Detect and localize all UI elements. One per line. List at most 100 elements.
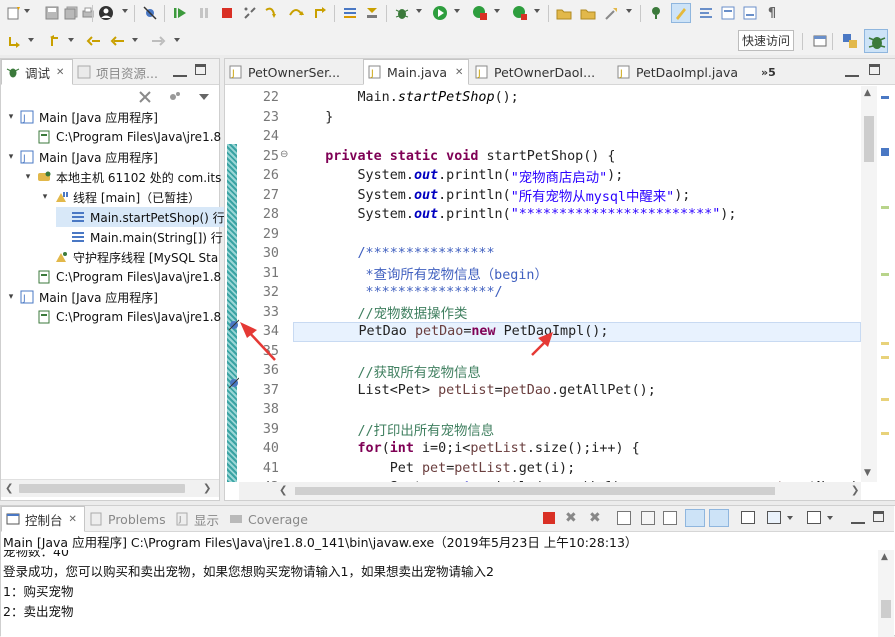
step-into-icon[interactable] (264, 5, 280, 21)
code-line[interactable]: *查询所有宠物信息（begin） (293, 264, 861, 283)
code-line[interactable] (293, 225, 861, 245)
code-editor[interactable]: 22 Main. startPetShop (); 23 } 24 25 ⊖ private… (239, 86, 861, 482)
disconnect-icon[interactable] (242, 5, 258, 21)
resume-icon[interactable] (172, 5, 188, 21)
code-line[interactable]: Pet pet = petList .get(i); (293, 459, 861, 479)
tab-display[interactable]: J 显示 (175, 506, 225, 532)
open-folder-icon[interactable] (580, 5, 596, 21)
vscroll-thumb[interactable] (881, 600, 891, 618)
code-line[interactable]: Main. startPetShop (); (293, 88, 861, 108)
coverage-dropdown-icon[interactable] (494, 9, 500, 13)
terminate-icon[interactable] (543, 512, 555, 524)
save-icon[interactable] (44, 5, 60, 21)
forward-dropdown-icon[interactable] (174, 38, 180, 42)
code-line[interactable] (293, 127, 861, 147)
expand-twisty-icon[interactable]: ▾ (5, 112, 17, 122)
pilcrow-icon[interactable]: ¶ (764, 5, 780, 21)
expand-twisty-icon[interactable]: ▾ (22, 172, 34, 182)
fold-toggle-icon[interactable]: ⊖ (280, 149, 288, 160)
tab-coverage[interactable]: Coverage (229, 506, 309, 532)
scroll-left-icon[interactable]: ❮ (5, 483, 13, 494)
code-line[interactable]: System. out .println("********************… (293, 205, 861, 225)
next-annotation-icon[interactable] (6, 33, 22, 49)
word-wrap-icon[interactable] (698, 5, 714, 21)
quick-access-field[interactable]: 快速访问 (738, 30, 794, 51)
debug-view-settings-icon[interactable] (167, 89, 183, 105)
tab-petownerservice[interactable]: J PetOwnerSer... (229, 59, 361, 85)
perspective-dropdown-icon[interactable] (122, 9, 128, 13)
tab-console[interactable]: 控制台 ✕ (1, 506, 85, 532)
scroll-down-icon[interactable]: ▼ (864, 468, 871, 478)
debug-dropdown-icon[interactable] (416, 9, 422, 13)
display-selected-console-icon[interactable] (767, 511, 781, 524)
expand-twisty-icon[interactable]: ▾ (5, 152, 17, 162)
debug-tree-hscrollbar[interactable]: ❮ ❯ (1, 479, 219, 497)
suspend-icon[interactable] (196, 5, 212, 21)
external-tools-dropdown-icon[interactable] (534, 9, 540, 13)
remove-launch-icon[interactable]: ✖ (565, 510, 577, 526)
expand-twisty-icon[interactable]: ▾ (5, 292, 17, 302)
step-over-icon[interactable] (288, 5, 304, 21)
external-tools-icon[interactable] (512, 5, 528, 21)
code-line[interactable]: //打印出所有宠物信息 (293, 420, 861, 439)
tree-item[interactable]: Main.main(String[]) 行 (56, 227, 223, 247)
annotation-icon[interactable] (648, 5, 664, 21)
tab-problems[interactable]: Problems (89, 506, 169, 532)
pin-console-icon[interactable] (741, 511, 755, 524)
remove-all-terminated-icon[interactable]: ✖ (589, 510, 601, 526)
vscroll-thumb[interactable] (864, 116, 874, 162)
display-console-dropdown-icon[interactable] (787, 516, 793, 520)
code-line[interactable]: List<Pet> petList = petDao .getAllPet(); (293, 381, 861, 401)
tree-item[interactable]: C:\Program Files\Java\jre1.8 (22, 307, 221, 327)
tree-item[interactable]: ▾ 线程 [main]（已暂挂） (39, 187, 200, 207)
maximize-icon[interactable] (873, 511, 884, 522)
show-console-on-error-icon[interactable] (709, 509, 729, 527)
scroll-up-icon[interactable]: ▲ (881, 552, 888, 562)
maximize-icon[interactable] (195, 64, 206, 75)
print-icon[interactable] (80, 5, 96, 21)
run-dropdown-icon[interactable] (454, 9, 460, 13)
tab-petownerdaoimpl[interactable]: J PetOwnerDaoI... (475, 59, 605, 85)
open-type-icon[interactable] (556, 5, 572, 21)
previous-annotation-dropdown-icon[interactable] (68, 38, 74, 42)
new-icon[interactable] (6, 5, 22, 21)
scroll-up-icon[interactable]: ▲ (864, 88, 871, 98)
run-icon[interactable] (432, 5, 448, 21)
editor-vscrollbar[interactable]: ▲ ▼ (861, 86, 877, 482)
tab-debug[interactable]: 调试 ✕ (1, 59, 73, 85)
back-icon[interactable] (110, 33, 126, 49)
coverage-icon[interactable] (472, 5, 488, 21)
tree-item[interactable]: C:\Program Files\Java\jre1.8 (22, 267, 221, 287)
minimize-icon[interactable] (851, 510, 865, 524)
hscroll-thumb[interactable] (19, 484, 185, 493)
open-perspective-icon[interactable] (812, 33, 828, 49)
show-whitespace-icon[interactable] (742, 5, 758, 21)
drop-to-frame-icon[interactable] (364, 5, 380, 21)
close-icon[interactable]: ✕ (56, 67, 64, 78)
code-line[interactable]: ****************/ (293, 283, 861, 303)
tab-main-java[interactable]: J Main.java ✕ (363, 59, 469, 85)
skip-breakpoints-icon[interactable] (142, 5, 158, 21)
open-task-dropdown-icon[interactable] (626, 9, 632, 13)
forward-icon[interactable] (150, 33, 166, 49)
scroll-right-icon[interactable]: ❯ (203, 483, 211, 494)
close-icon[interactable]: ✕ (69, 514, 77, 525)
back-dropdown-icon[interactable] (132, 38, 138, 42)
expand-twisty-icon[interactable]: ▾ (39, 192, 51, 202)
remove-terminated-icon[interactable] (137, 89, 153, 105)
code-line[interactable]: private static void startPetShop() { (293, 147, 861, 167)
code-line[interactable]: } (293, 108, 861, 128)
scroll-left-icon[interactable]: ❮ (279, 485, 287, 496)
last-edit-location-icon[interactable] (86, 33, 102, 49)
hscroll-thumb[interactable] (295, 487, 775, 495)
clear-console-icon[interactable] (663, 511, 677, 525)
editor-hscrollbar[interactable]: ❮ ❯ (239, 482, 861, 500)
minimize-icon[interactable] (173, 63, 187, 77)
scroll-right-icon[interactable]: ❯ (851, 485, 859, 496)
tree-item[interactable]: C:\Program Files\Java\jre1.8 (22, 127, 221, 147)
debug-perspective-button[interactable] (864, 29, 888, 53)
view-menu-icon[interactable] (199, 94, 209, 100)
word-wrap-console-icon[interactable] (641, 511, 655, 525)
maximize-icon[interactable] (869, 64, 880, 75)
toggle-mark-occurrences-icon[interactable] (671, 3, 691, 23)
